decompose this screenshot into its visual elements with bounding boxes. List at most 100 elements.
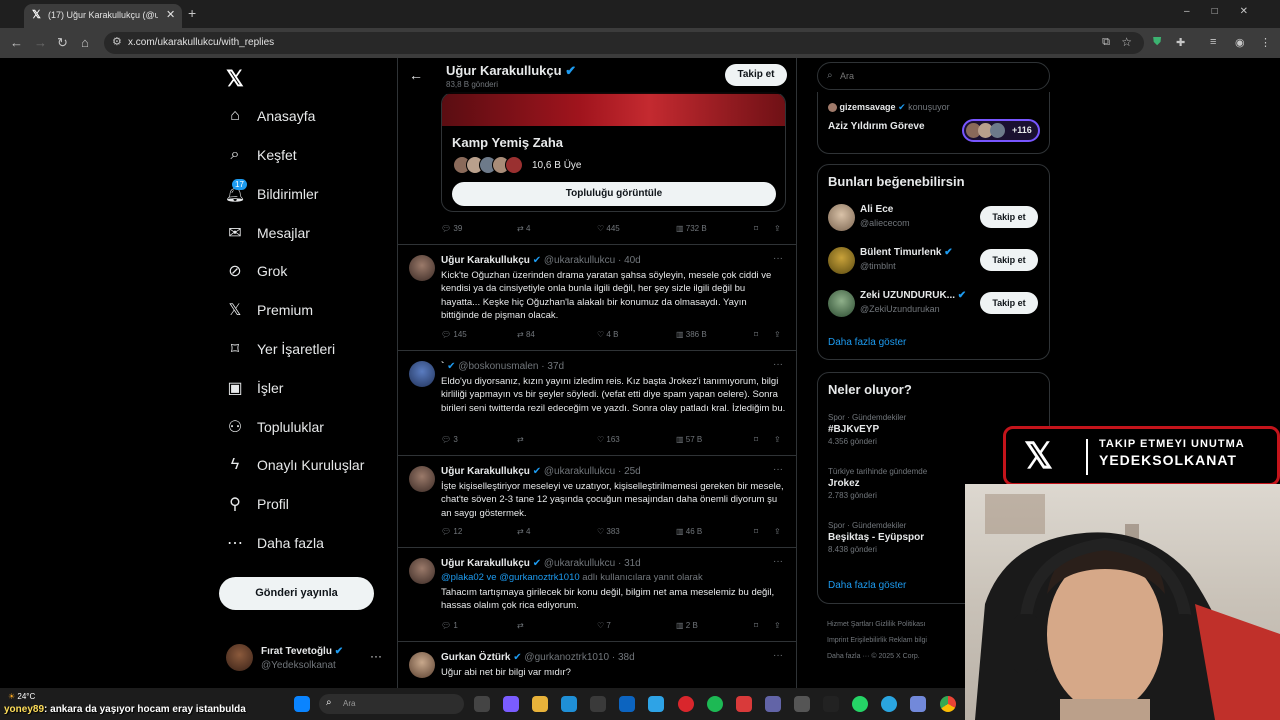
nav-item-8[interactable]: ▣ İşler <box>226 373 396 403</box>
follow-button[interactable]: Takip et <box>980 292 1038 314</box>
reply-action[interactable]: 💬︎ 1 <box>441 621 458 630</box>
star-icon[interactable]: ☆ <box>1121 35 1132 49</box>
more-dots-icon[interactable]: ··· <box>370 649 382 663</box>
site-info-icon[interactable]: ⚙ <box>112 35 122 48</box>
forward-icon[interactable]: → <box>34 35 47 50</box>
menu-icon[interactable]: ⋮ <box>1260 36 1271 49</box>
mention-link[interactable]: @plaka02 ve @gurkanoztrk1010 <box>441 572 580 583</box>
post[interactable]: Gurkan Öztürk ✔ @gurkanoztrk1010 · 38d ·… <box>398 641 796 688</box>
back-icon[interactable]: ← <box>10 35 23 50</box>
nav-item-1[interactable]: ⌂ Anasayfa <box>226 101 396 131</box>
nav-item-12[interactable]: ⋯ Daha fazla <box>226 528 396 558</box>
view-community-button[interactable]: Topluluğu görüntüle <box>452 182 776 206</box>
bookmark-icon[interactable]: ⌑ <box>754 435 758 444</box>
repost-action[interactable]: ⇄ <box>517 435 524 444</box>
suggested-user[interactable]: Ali Ece @aliececom Takip et <box>828 204 1040 238</box>
new-tab-icon[interactable]: + <box>188 5 196 21</box>
spotify-icon[interactable] <box>707 696 723 712</box>
weather-widget[interactable]: ☀ 24°C <box>8 692 35 701</box>
bookmark-icon[interactable]: ⌑ <box>754 224 758 233</box>
post-menu-icon[interactable]: ··· <box>773 556 783 567</box>
share-icon[interactable]: ⇪ <box>774 330 781 339</box>
profile-icon[interactable]: ◉ <box>1235 36 1245 49</box>
repost-action[interactable]: ⇄ 84 <box>517 330 535 339</box>
spaces-card[interactable]: gizemsavage ✔ konuşuyor Aziz Yıldırım Gö… <box>817 92 1050 154</box>
follow-button[interactable]: Takip et <box>980 249 1038 271</box>
show-more-link[interactable]: Daha fazla göster <box>828 337 906 348</box>
reply-action[interactable]: 💬︎ 145 <box>441 330 467 339</box>
install-icon[interactable]: ⧉ <box>1102 36 1110 49</box>
like-action[interactable]: ♡ 4 B <box>597 330 618 339</box>
nav-item-5[interactable]: ⊘ Grok <box>226 256 396 286</box>
obs-icon[interactable] <box>823 696 839 712</box>
search-box[interactable]: ⌕ <box>817 62 1050 90</box>
repost-action[interactable]: ⇄ <box>517 621 524 630</box>
app-icon[interactable] <box>736 696 752 712</box>
follow-button[interactable]: Takip et <box>725 64 787 86</box>
nav-item-10[interactable]: ϟ Onaylı Kuruluşlar <box>226 450 396 480</box>
chrome-icon[interactable] <box>940 696 956 712</box>
discord-icon[interactable] <box>910 696 926 712</box>
share-icon[interactable]: ⇪ <box>774 224 781 233</box>
back-arrow-icon[interactable]: ← <box>409 67 423 83</box>
file-explorer-icon[interactable] <box>532 696 548 712</box>
share-icon[interactable]: ⇪ <box>774 435 781 444</box>
show-more-link[interactable]: Daha fazla göster <box>828 580 906 591</box>
whatsapp-icon[interactable] <box>852 696 868 712</box>
space-listeners[interactable]: +116 <box>962 119 1040 142</box>
suggested-user[interactable]: Zeki UZUNDURUK... ✔ @ZekiUzundurukan Tak… <box>828 290 1040 324</box>
reply-action[interactable]: 💬︎ 12 <box>441 527 462 536</box>
shield-extension-icon[interactable]: ⛊ <box>1153 36 1161 49</box>
media-icon[interactable]: ≡ <box>1210 36 1216 48</box>
follow-button[interactable]: Takip et <box>980 206 1038 228</box>
browser-tab[interactable]: 𝕏 (17) Uğur Karakullukçu (@ukara ✕ <box>24 4 182 28</box>
share-icon[interactable]: ⇪ <box>774 621 781 630</box>
teams-icon[interactable] <box>765 696 781 712</box>
footer-line[interactable]: Imprint Erişilebilirlik Reklam bilgi <box>827 633 977 649</box>
post-menu-icon[interactable]: ··· <box>773 464 783 475</box>
nav-item-11[interactable]: ⚲ Profil <box>226 489 396 519</box>
account-switcher[interactable]: Fırat Tevetoğlu ✔ @Yedeksolkanat ··· <box>226 644 386 674</box>
repost-action[interactable]: ⇄ 4 <box>517 527 530 536</box>
suggested-user[interactable]: Bülent Timurlenk ✔ @timblnt Takip et <box>828 247 1040 281</box>
post-menu-icon[interactable]: ··· <box>773 650 783 661</box>
views-action[interactable]: ▥ 2 B <box>676 621 698 630</box>
views-action[interactable]: ▥ 57 B <box>676 435 702 444</box>
taskbar-search[interactable]: ⌕ Ara <box>319 694 464 714</box>
footer-line[interactable]: Hizmet Şartları Gizlilik Politikası <box>827 617 977 633</box>
community-card[interactable]: Kamp Yemiş Zaha 10,6 B Üye Topluluğu gör… <box>441 92 786 212</box>
windows-start-icon[interactable] <box>294 696 310 712</box>
bookmark-icon[interactable]: ⌑ <box>754 330 758 339</box>
close-tab-icon[interactable]: ✕ <box>166 8 175 21</box>
opera-icon[interactable] <box>678 696 694 712</box>
post-button[interactable]: Gönderi yayınla <box>219 577 374 610</box>
reply-action[interactable]: 💬︎ 39 <box>441 224 462 233</box>
repost-action[interactable]: ⇄ 4 <box>517 224 530 233</box>
nav-item-9[interactable]: ⚇ Topluluklar <box>226 412 396 442</box>
task-view-icon[interactable] <box>474 696 490 712</box>
search-input[interactable] <box>840 71 1020 81</box>
bookmark-icon[interactable]: ⌑ <box>754 527 758 536</box>
post-menu-icon[interactable]: ··· <box>773 359 783 370</box>
like-action[interactable]: ♡ 163 <box>597 435 620 444</box>
nav-item-2[interactable]: ⌕ Keşfet <box>226 140 396 170</box>
address-bar[interactable]: ⚙ x.com/ukarakullukcu/with_replies ⧉ ☆ <box>104 32 1144 54</box>
store-icon[interactable] <box>590 696 606 712</box>
like-action[interactable]: ♡ 445 <box>597 224 620 233</box>
settings-icon[interactable] <box>794 696 810 712</box>
views-action[interactable]: ▥ 732 B <box>676 224 707 233</box>
extensions-icon[interactable]: ✚ <box>1176 36 1185 49</box>
nav-item-4[interactable]: ✉ Mesajlar <box>226 218 396 248</box>
x-logo-icon[interactable]: 𝕏 <box>226 66 244 92</box>
like-action[interactable]: ♡ 7 <box>597 621 611 630</box>
outlook-icon[interactable] <box>619 696 635 712</box>
nav-item-3[interactable]: 🔔︎ 17 Bildirimler <box>225 179 396 209</box>
nav-item-6[interactable]: 𝕏 Premium <box>226 295 396 325</box>
footer-line[interactable]: Daha fazla ··· © 2025 X Corp. <box>827 649 977 665</box>
bookmark-icon[interactable]: ⌑ <box>754 621 758 630</box>
like-action[interactable]: ♡ 383 <box>597 527 620 536</box>
photos-icon[interactable] <box>648 696 664 712</box>
edge-icon[interactable] <box>561 696 577 712</box>
telegram-icon[interactable] <box>881 696 897 712</box>
reload-icon[interactable]: ↻ <box>57 35 68 51</box>
